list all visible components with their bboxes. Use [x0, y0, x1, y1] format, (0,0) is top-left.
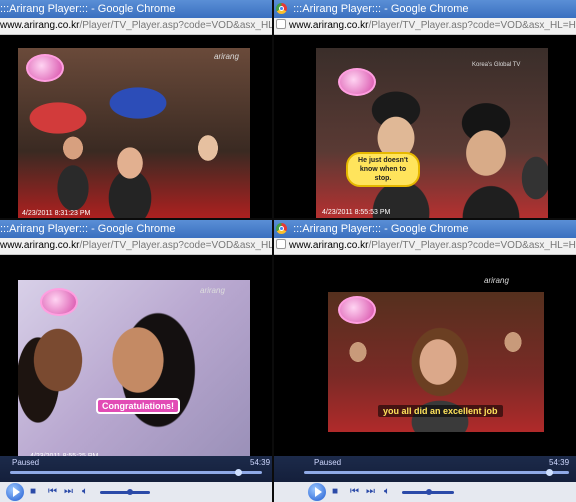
- video-frame[interactable]: you all did an excellent job: [328, 292, 544, 432]
- url-path: /Player/TV_Player.asp?code=VOD&asx_HL=Hi…: [368, 240, 576, 251]
- browser-window-1: :::Arirang Player::: - Google Chrome www…: [0, 0, 272, 220]
- volume-handle[interactable]: [127, 489, 133, 495]
- url-path: /Player/TV_Player.asp?code=VOD&asx_HL=Hi…: [79, 240, 272, 251]
- url-path: /Player/TV_Player.asp?code=VOD&asx_HL=Hi…: [368, 20, 576, 31]
- title-bar[interactable]: :::Arirang Player::: - Google Chrome: [0, 0, 272, 18]
- video-caption: you all did an excellent job: [378, 405, 503, 417]
- volume-slider[interactable]: [402, 489, 454, 495]
- browser-window-3: :::Arirang Player::: - Google Chrome www…: [0, 220, 272, 502]
- window-title: :::Arirang Player::: - Google Chrome: [293, 223, 469, 235]
- video-caption: He just doesn't know when to stop.: [346, 152, 420, 187]
- control-buttons: ■ ⏮ ⏭ 🔈︎: [274, 482, 576, 502]
- program-logo: [26, 54, 64, 82]
- player-status: Paused: [314, 458, 342, 467]
- window-title: :::Arirang Player::: - Google Chrome: [0, 223, 176, 235]
- seek-handle[interactable]: [235, 469, 242, 476]
- player-duration: 54:39: [549, 458, 570, 467]
- video-caption: Congratulations!: [96, 398, 180, 414]
- play-icon[interactable]: [308, 483, 326, 501]
- url-path: /Player/TV_Player.asp?code=VOD&asx_HL=Hi…: [79, 20, 272, 31]
- play-icon[interactable]: [6, 483, 24, 501]
- channel-logo: Korea's Global TV: [472, 62, 521, 68]
- control-buttons: ■ ⏮ ⏭ 🔈︎: [0, 482, 272, 502]
- channel-logo: arirang: [484, 276, 509, 285]
- volume-handle[interactable]: [426, 489, 432, 495]
- volume-slider[interactable]: [100, 489, 150, 495]
- player-controls: Paused 54:39 ■ ⏮ ⏭ 🔈︎: [0, 456, 272, 502]
- seek-bar[interactable]: [10, 469, 262, 476]
- title-bar[interactable]: :::Arirang Player::: - Google Chrome: [274, 0, 576, 18]
- address-bar[interactable]: www.arirang.co.kr/Player/TV_Player.asp?c…: [0, 238, 272, 255]
- stop-icon[interactable]: ■: [332, 486, 338, 498]
- browser-window-4: :::Arirang Player::: - Google Chrome www…: [274, 220, 576, 502]
- address-bar[interactable]: www.arirang.co.kr/Player/TV_Player.asp?c…: [0, 18, 272, 35]
- window-title: :::Arirang Player::: - Google Chrome: [0, 3, 176, 15]
- address-bar[interactable]: www.arirang.co.kr/Player/TV_Player.asp?c…: [274, 18, 576, 35]
- url-domain: www.arirang.co.kr: [289, 20, 369, 31]
- browser-window-2: :::Arirang Player::: - Google Chrome www…: [274, 0, 576, 220]
- program-logo: [338, 68, 376, 96]
- tile-divider-vertical: [272, 0, 274, 502]
- video-frame[interactable]: arirang Congratulations! 4/23/2011 8:55:…: [18, 280, 250, 460]
- stop-icon[interactable]: ■: [30, 486, 36, 498]
- video-timestamp: 4/23/2011 8:31:23 PM: [22, 210, 91, 217]
- page-icon: [276, 19, 286, 29]
- seek-handle[interactable]: [546, 469, 553, 476]
- video-frame[interactable]: Korea's Global TV He just doesn't know w…: [316, 48, 548, 220]
- program-logo: [40, 288, 78, 316]
- window-title: :::Arirang Player::: - Google Chrome: [293, 3, 469, 15]
- player-duration: 54:39: [250, 458, 271, 467]
- player-controls: Paused 54:39 ■ ⏮ ⏭ 🔈︎: [274, 456, 576, 502]
- url-domain: www.arirang.co.kr: [0, 240, 80, 251]
- player-status: Paused: [12, 458, 40, 467]
- title-bar[interactable]: :::Arirang Player::: - Google Chrome: [274, 220, 576, 238]
- prev-icon[interactable]: ⏮: [350, 486, 359, 498]
- prev-icon[interactable]: ⏮: [48, 486, 57, 498]
- chrome-icon: [276, 223, 287, 234]
- seek-bar[interactable]: [304, 469, 569, 476]
- address-bar[interactable]: www.arirang.co.kr/Player/TV_Player.asp?c…: [274, 238, 576, 255]
- page-icon: [276, 239, 286, 249]
- next-icon[interactable]: ⏭: [366, 486, 375, 498]
- program-logo: [338, 296, 376, 324]
- url-domain: www.arirang.co.kr: [289, 240, 369, 251]
- volume-icon[interactable]: 🔈︎: [384, 486, 390, 498]
- chrome-icon: [276, 3, 287, 14]
- channel-logo: arirang: [214, 52, 239, 61]
- next-icon[interactable]: ⏭: [64, 486, 73, 498]
- title-bar[interactable]: :::Arirang Player::: - Google Chrome: [0, 220, 272, 238]
- volume-icon[interactable]: 🔈︎: [82, 486, 88, 498]
- url-domain: www.arirang.co.kr: [0, 20, 80, 31]
- video-timestamp: 4/23/2011 8:55:53 PM: [322, 209, 391, 216]
- channel-logo: arirang: [200, 286, 225, 295]
- tile-divider-horizontal: [0, 218, 576, 220]
- video-frame[interactable]: arirang 4/23/2011 8:31:23 PM: [18, 48, 250, 220]
